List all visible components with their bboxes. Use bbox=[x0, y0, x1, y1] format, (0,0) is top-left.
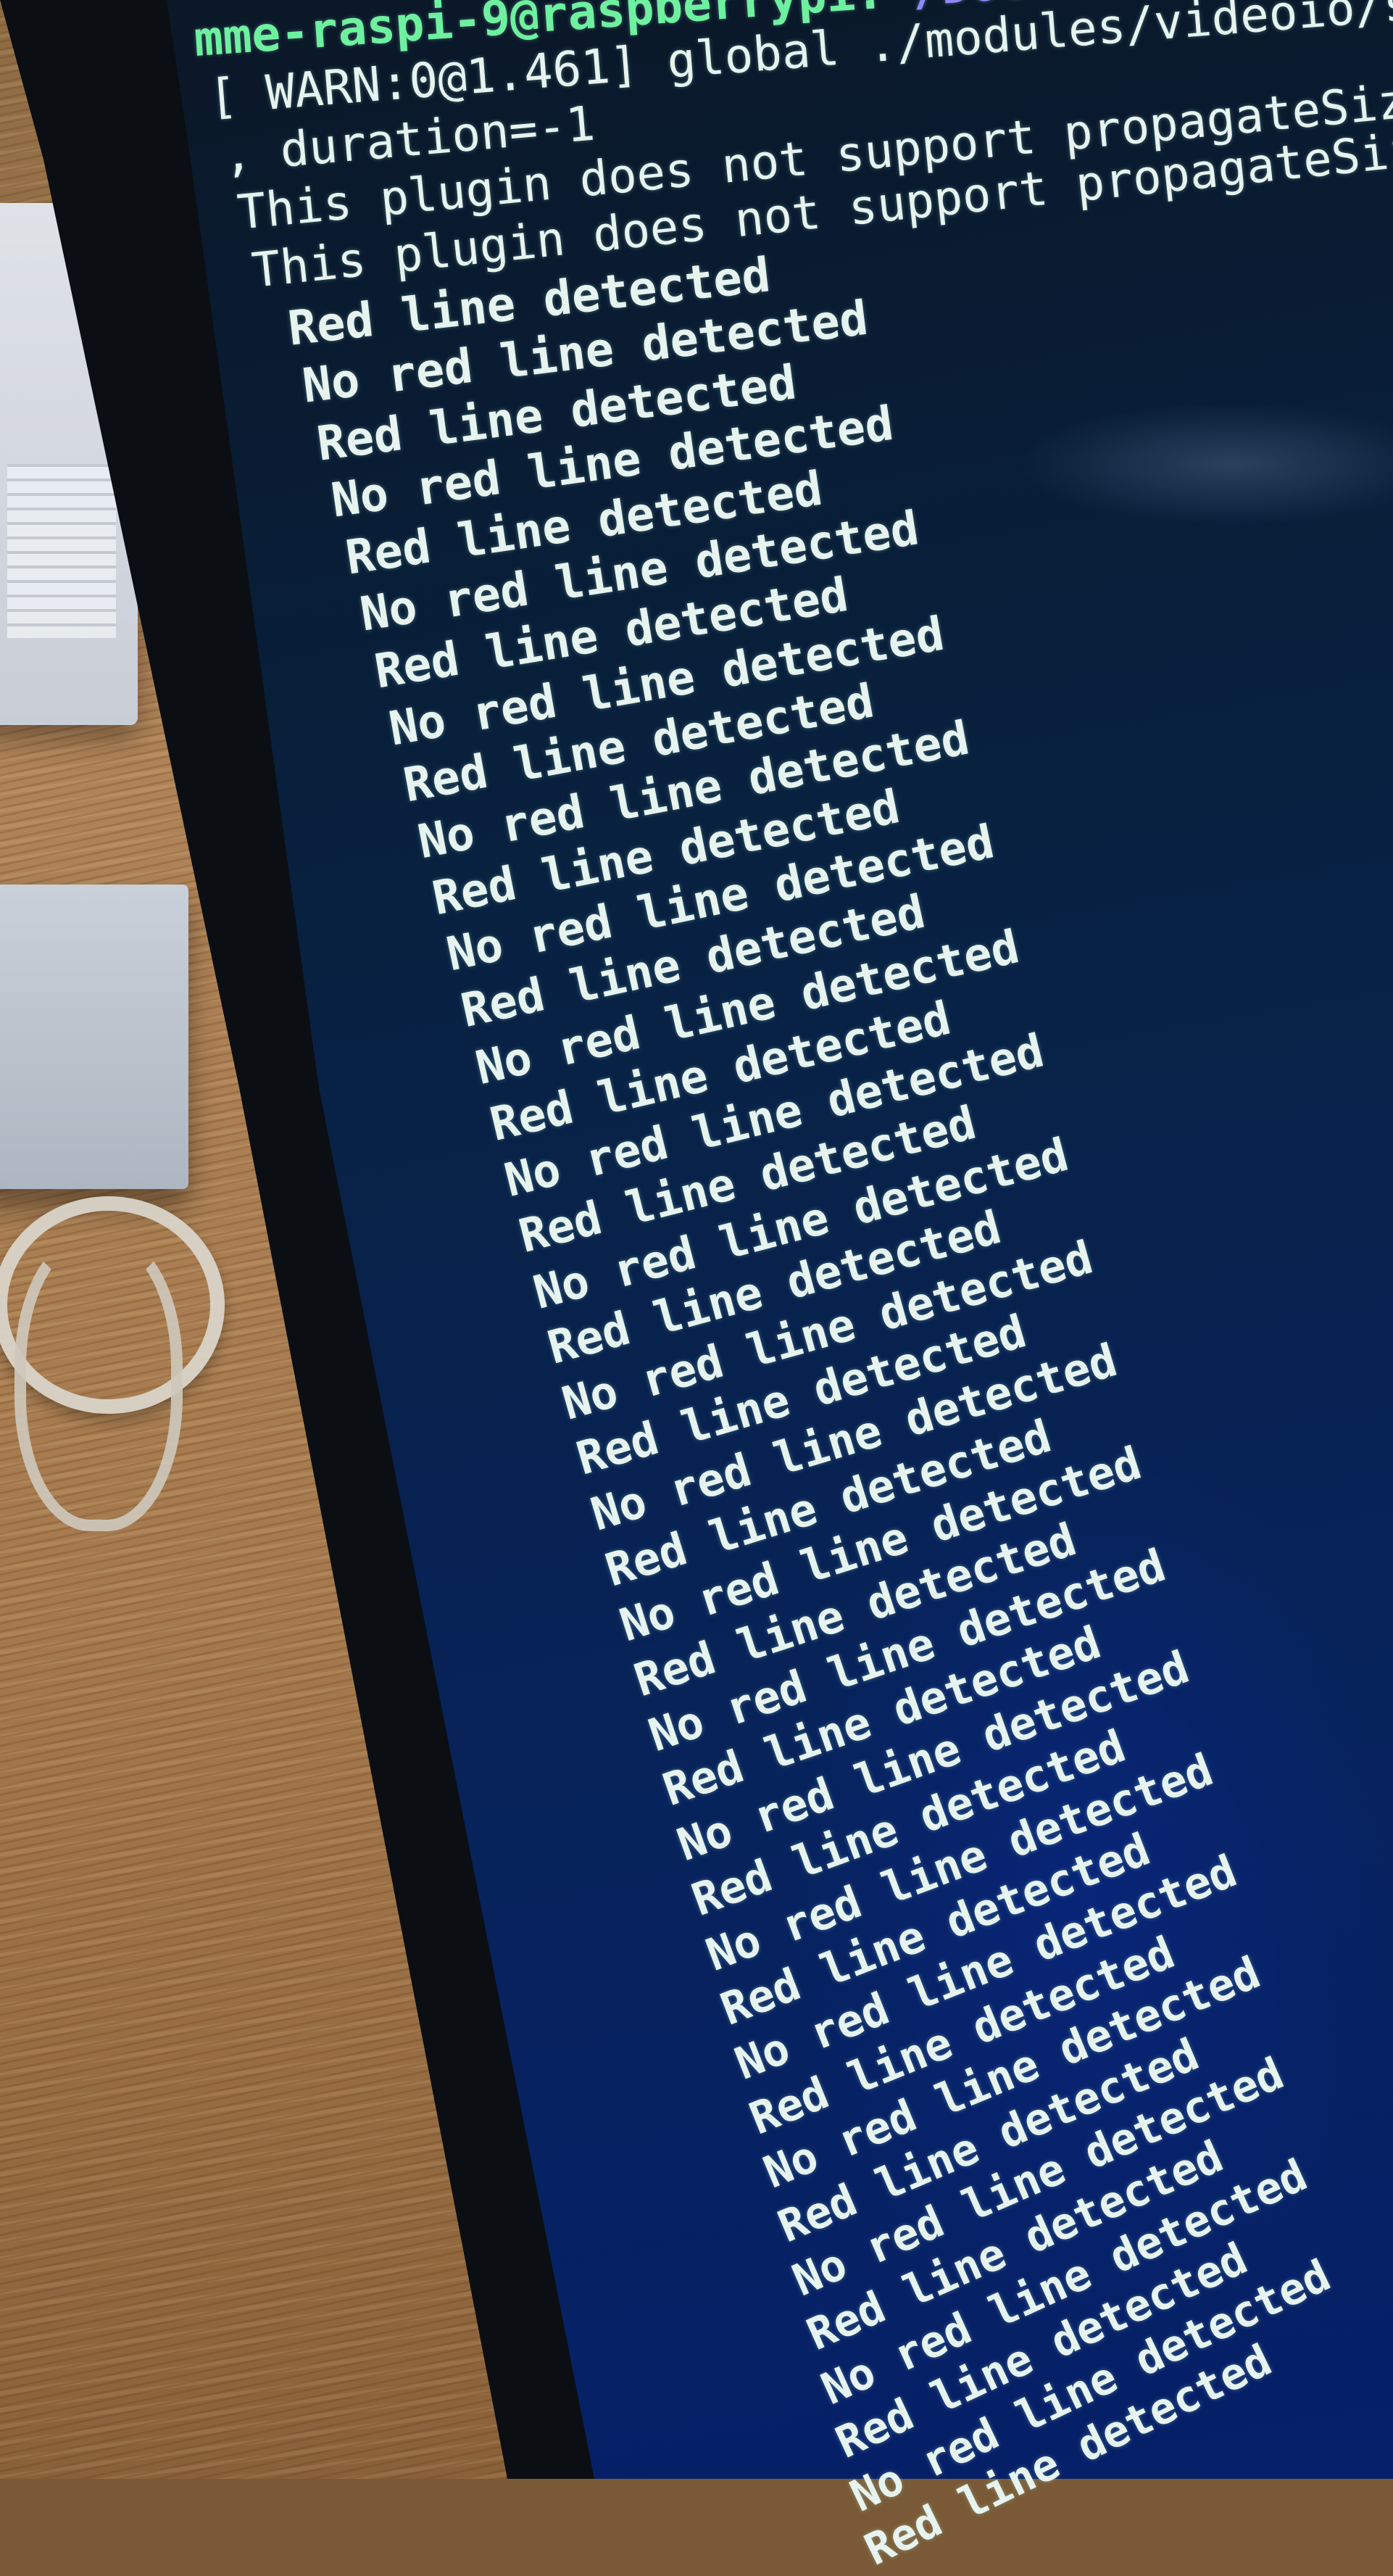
usb-cable-loop bbox=[14, 1233, 183, 1531]
terminal-output: mme-raspi-9@raspberrypi:~/Documents/Test… bbox=[192, 0, 1393, 2576]
device-box bbox=[0, 885, 188, 1189]
keyboard bbox=[7, 464, 116, 638]
